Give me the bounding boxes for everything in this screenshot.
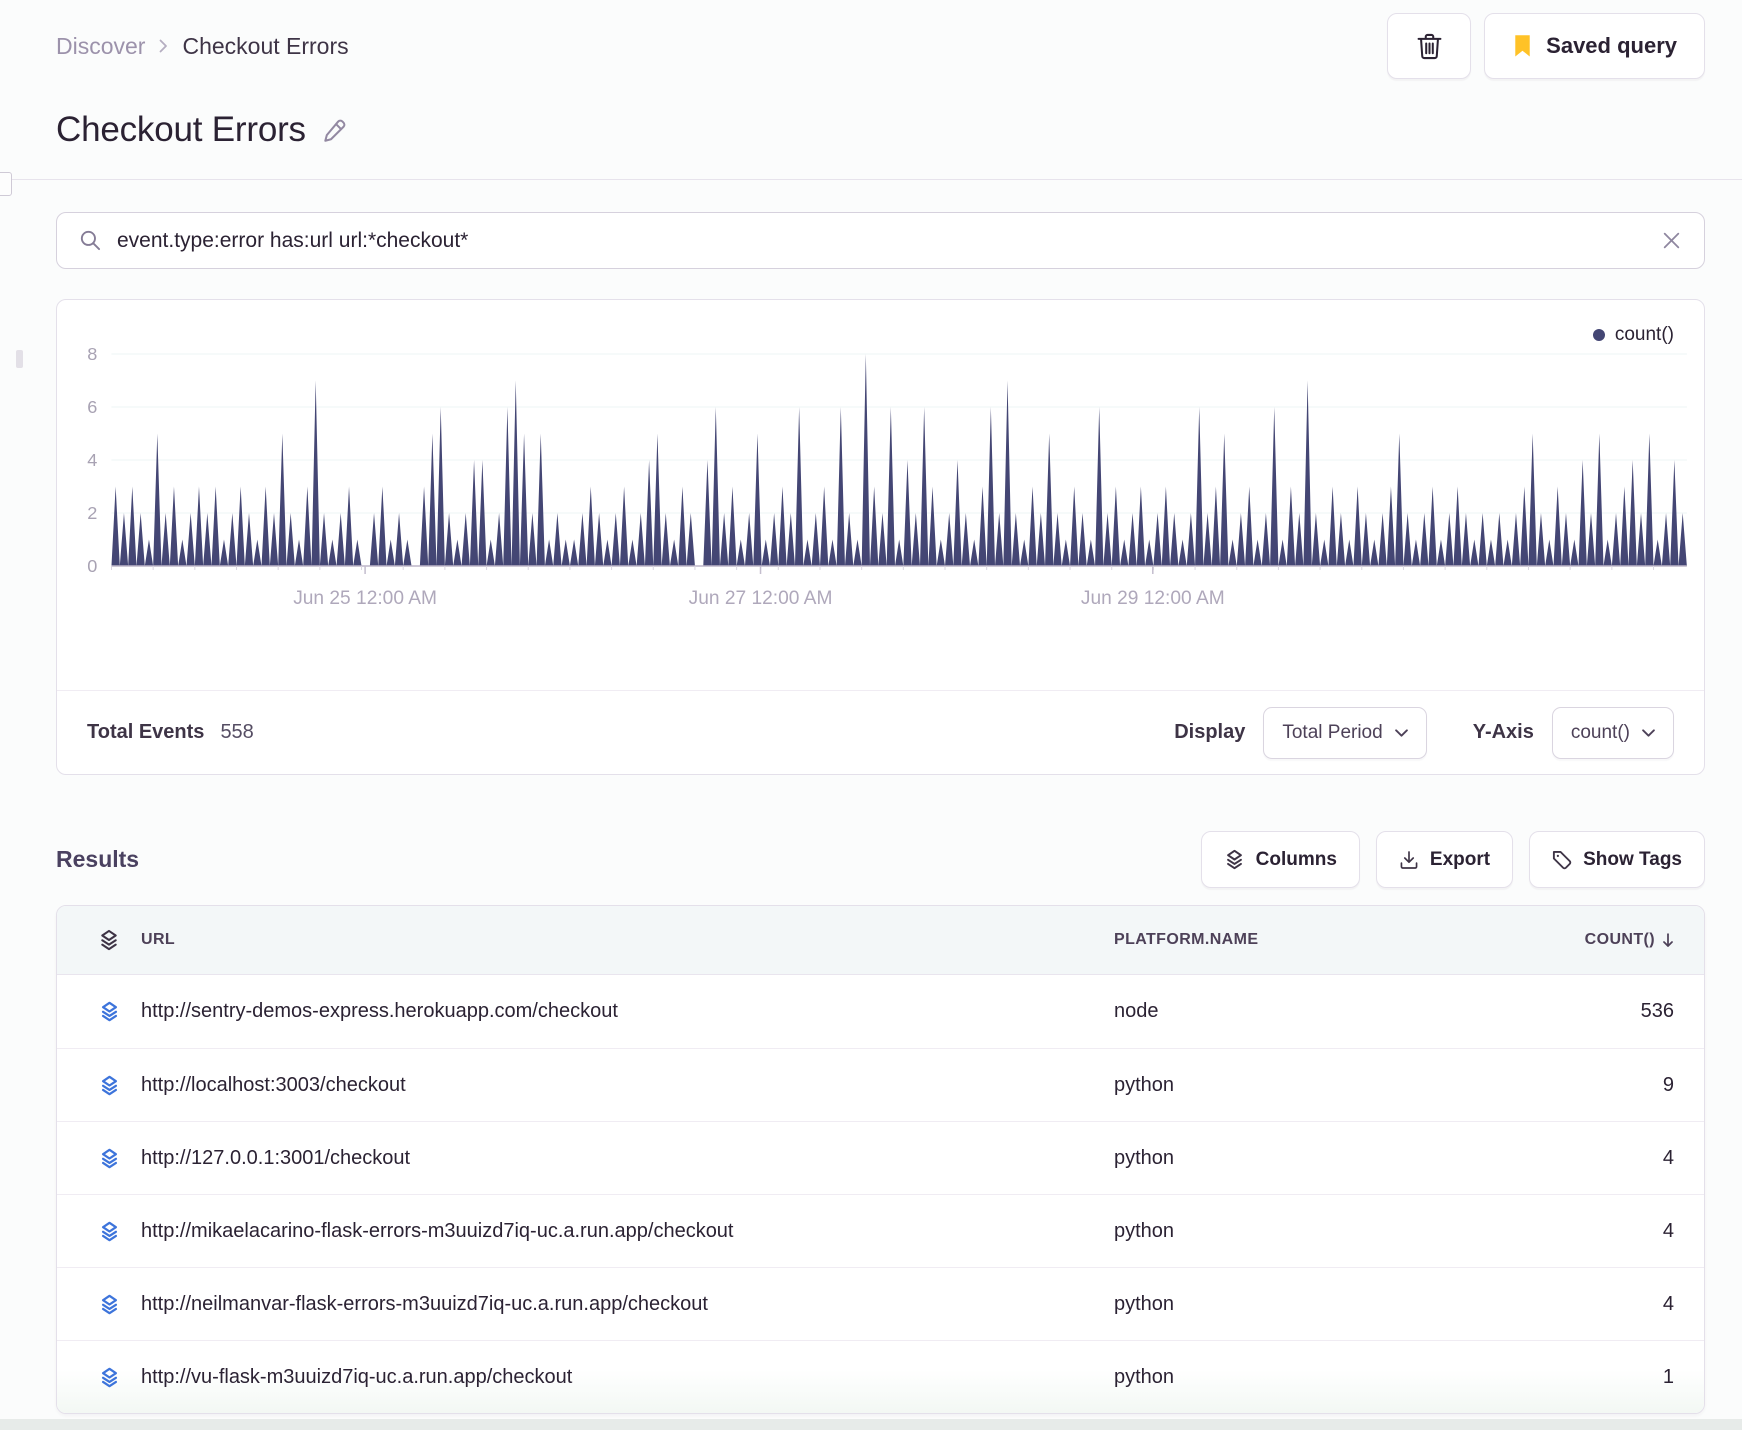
search-bar[interactable] [56, 212, 1705, 269]
svg-text:0: 0 [87, 556, 97, 576]
saved-query-button[interactable]: Saved query [1484, 13, 1705, 79]
count-header-label: COUNT() [1584, 931, 1655, 948]
row-platform: python [1114, 1292, 1175, 1315]
breadcrumb-current: Checkout Errors [182, 32, 349, 59]
chart-card: count() 0 2 4 6 8 Jun 25 12:00 AM Jun 27 12:00… [56, 299, 1705, 775]
display-label: Display [1174, 721, 1246, 743]
search-input[interactable] [117, 228, 1646, 253]
edit-title-icon[interactable] [321, 117, 348, 144]
svg-text:Jun 29 12:00 AM: Jun 29 12:00 AM [1081, 588, 1225, 609]
legend-dot-icon [1592, 329, 1605, 341]
row-count: 536 [1640, 1000, 1674, 1022]
show-tags-button[interactable]: Show Tags [1529, 831, 1705, 888]
display-dropdown-value: Total Period [1282, 721, 1383, 743]
yaxis-label: Y-Axis [1472, 721, 1534, 743]
top-actions: Saved query [1387, 13, 1705, 79]
column-header-platform[interactable]: PLATFORM.NAME [1114, 931, 1484, 949]
total-events-label: Total Events [87, 721, 205, 743]
table-row[interactable]: http://neilmanvar-flask-errors-m3uuizd7i… [57, 1267, 1704, 1340]
show-tags-button-label: Show Tags [1583, 848, 1682, 870]
column-header-count[interactable]: COUNT() [1484, 931, 1674, 949]
clear-search-icon[interactable] [1661, 230, 1682, 251]
svg-text:Jun 27 12:00 AM: Jun 27 12:00 AM [689, 588, 833, 609]
chevron-right-icon [159, 39, 168, 53]
saved-query-label: Saved query [1546, 33, 1677, 58]
bookmark-icon [1512, 34, 1533, 58]
row-count: 4 [1662, 1219, 1674, 1242]
search-icon [79, 229, 102, 252]
events-area-chart[interactable]: 0 2 4 6 8 Jun 25 12:00 AM Jun 27 12:00 AM Jun 2… [57, 334, 1704, 690]
row-platform: python [1114, 1073, 1175, 1096]
row-url: http://vu-flask-m3uuizd7iq-uc.a.run.app/… [141, 1365, 573, 1388]
row-count: 1 [1662, 1365, 1674, 1388]
stack-icon[interactable] [77, 1148, 141, 1169]
row-count: 4 [1662, 1146, 1674, 1169]
columns-button-label: Columns [1255, 848, 1337, 870]
row-platform: python [1114, 1219, 1175, 1242]
svg-text:6: 6 [87, 397, 97, 417]
display-dropdown[interactable]: Total Period [1263, 706, 1427, 759]
row-count: 4 [1662, 1292, 1674, 1315]
table-row[interactable]: http://mikaelacarino-flask-errors-m3uuiz… [57, 1194, 1704, 1267]
yaxis-dropdown-value: count() [1570, 721, 1630, 743]
delete-query-button[interactable] [1387, 13, 1472, 79]
stack-icon[interactable] [77, 1294, 141, 1315]
section-divider [0, 179, 1742, 180]
row-platform: node [1114, 1000, 1159, 1022]
table-body: http://sentry-demos-express.herokuapp.co… [57, 975, 1704, 1413]
chart-legend[interactable]: count() [1592, 324, 1674, 346]
chevron-down-icon [1642, 728, 1655, 737]
table-row[interactable]: http://sentry-demos-express.herokuapp.co… [57, 975, 1704, 1048]
total-events-value: 558 [220, 721, 254, 743]
collapsed-panel-handle[interactable] [0, 172, 12, 196]
row-platform: python [1114, 1365, 1175, 1388]
row-url: http://127.0.0.1:3001/checkout [141, 1146, 411, 1169]
download-icon [1399, 850, 1419, 870]
columns-button[interactable]: Columns [1200, 831, 1360, 888]
breadcrumb: Discover Checkout Errors [56, 33, 349, 60]
svg-text:8: 8 [87, 344, 97, 364]
column-header-url[interactable]: URL [141, 931, 1114, 949]
stack-icon[interactable] [77, 1075, 141, 1096]
stack-icon[interactable] [77, 1367, 141, 1388]
export-button[interactable]: Export [1375, 831, 1514, 888]
trash-icon [1417, 33, 1442, 60]
stack-icon[interactable] [77, 1001, 141, 1022]
results-table: URL PLATFORM.NAME COUNT() http://sentry-… [56, 905, 1705, 1414]
table-row[interactable]: http://localhost:3003/checkout python 9 [57, 1048, 1704, 1121]
table-header-row: URL PLATFORM.NAME COUNT() [57, 906, 1704, 975]
yaxis-dropdown[interactable]: count() [1551, 706, 1674, 759]
page-title: Checkout Errors [56, 110, 306, 149]
sort-desc-icon [1662, 932, 1674, 948]
row-url: http://sentry-demos-express.herokuapp.co… [141, 1000, 618, 1022]
svg-text:2: 2 [87, 503, 97, 523]
tag-icon [1552, 850, 1572, 870]
stack-icon [77, 929, 141, 951]
row-url: http://localhost:3003/checkout [141, 1073, 406, 1096]
results-actions: Columns Export Show Tags [1200, 831, 1705, 888]
row-count: 9 [1662, 1073, 1674, 1096]
svg-text:Jun 25 12:00 AM: Jun 25 12:00 AM [293, 588, 437, 609]
table-row[interactable]: http://127.0.0.1:3001/checkout python 4 [57, 1121, 1704, 1194]
panel-drag-handle[interactable] [16, 350, 23, 368]
table-row[interactable]: http://vu-flask-m3uuizd7iq-uc.a.run.app/… [57, 1340, 1704, 1413]
chevron-down-icon [1394, 728, 1408, 737]
chart-footer: Total Events 558 Display Total Period Y-… [57, 690, 1704, 774]
row-url: http://mikaelacarino-flask-errors-m3uuiz… [141, 1219, 734, 1242]
stack-icon [1224, 849, 1245, 870]
legend-label: count() [1614, 324, 1674, 345]
viewport-bottom-edge [0, 1419, 1742, 1430]
stack-icon[interactable] [77, 1221, 141, 1242]
top-bar: Discover Checkout Errors Saved query [56, 0, 1705, 79]
results-heading: Results [56, 846, 140, 872]
breadcrumb-discover[interactable]: Discover [56, 33, 145, 60]
row-url: http://neilmanvar-flask-errors-m3uuizd7i… [141, 1292, 708, 1315]
svg-text:4: 4 [87, 450, 97, 470]
row-platform: python [1114, 1146, 1175, 1169]
export-button-label: Export [1429, 848, 1491, 870]
